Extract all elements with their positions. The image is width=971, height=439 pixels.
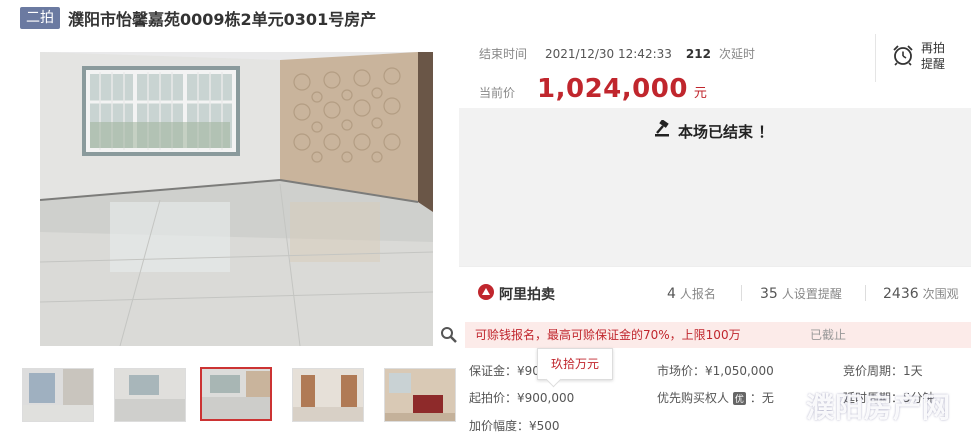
thumbnail-3[interactable] (200, 367, 272, 421)
signup-count: 4 (667, 286, 676, 302)
ali-auction-logo: 阿里拍卖 (477, 283, 555, 305)
auction-panel: 结束时间 2021/12/30 12:42:33 212 次延时 当前价 1,0… (459, 34, 971, 439)
end-time-row: 结束时间 2021/12/30 12:42:33 212 次延时 (479, 45, 755, 62)
ended-text: 本场已结束 ！ (678, 122, 774, 141)
price-label: 当前价 (479, 86, 516, 100)
end-time-value: 2021/12/30 12:42:33 (545, 47, 672, 61)
logo-text: 阿里拍卖 (499, 287, 555, 303)
alarm-clock-icon (891, 43, 915, 70)
ended-status: 本场已结束 ！ (654, 119, 774, 142)
reminder-stat: 35 人设置提醒 (760, 285, 842, 302)
thumbnail-strip (22, 367, 462, 426)
auction-ended-box: 本场已结束 ！ (459, 108, 971, 266)
end-time-label: 结束时间 (479, 47, 528, 61)
view-label: 次围观 (922, 287, 959, 301)
market-price: 市场价：¥1,050,000 (657, 364, 774, 378)
ali-auction-logo-icon (477, 283, 495, 305)
round-badge: 二拍 (20, 7, 60, 29)
priority-buyer-label: 优先购买权人 (657, 391, 730, 405)
title-bar: 二拍 濮阳市怡馨嘉苑0009栋2单元0301号房产 (20, 6, 376, 30)
watermark: 濮阳房产网 (806, 391, 952, 424)
stat-divider (741, 285, 742, 301)
signup-label: 人报名 (679, 287, 716, 301)
gavel-icon (654, 119, 672, 142)
remind-label: 再拍提醒 (921, 41, 946, 71)
view-count: 2436 (883, 286, 919, 302)
re-auction-remind-button[interactable]: 再拍提醒 (891, 40, 947, 72)
current-price: 1,024,000 (537, 74, 688, 104)
main-photo[interactable] (40, 52, 433, 346)
price-unit: 元 (693, 86, 707, 101)
delay-label: 次延时 (718, 47, 755, 61)
thumbnail-2[interactable] (114, 368, 186, 422)
price-row: 当前价 1,024,000 元 (479, 74, 707, 104)
start-price: 起拍价：¥900,000 (469, 391, 575, 405)
auction-info: 结束时间 2021/12/30 12:42:33 212 次延时 当前价 1,0… (459, 34, 971, 108)
reminder-label: 人设置提醒 (781, 287, 842, 301)
thumbnail-4[interactable] (292, 368, 364, 422)
thumbnail-1[interactable] (22, 368, 94, 422)
delay-count: 212 (685, 47, 711, 61)
bidding-cycle: 竞价周期：1天 (843, 364, 923, 378)
stats-bar: 阿里拍卖 4 人报名 35 人设置提醒 2436 次围观 (459, 266, 971, 316)
priority-buyer-tag: 优 (732, 392, 746, 405)
priority-buyer-value: ：无 (749, 391, 774, 405)
page-title: 濮阳市怡馨嘉苑0009栋2单元0301号房产 (68, 10, 377, 29)
thumbnail-5[interactable] (384, 368, 456, 422)
stat-divider (865, 285, 866, 301)
deposit: 保证金：¥90 (469, 364, 540, 378)
bid-increment: 加价幅度：¥500 (469, 419, 560, 433)
deposit-amount-tooltip: 玖拾万元 (537, 348, 613, 380)
notice-text: 可赊钱报名，最高可赊保证金的70%，上限100万 (475, 328, 741, 342)
search-icon[interactable] (440, 326, 460, 346)
divider (875, 34, 876, 82)
notice-status: 已截止 (810, 328, 847, 342)
view-stat: 2436 次围观 (883, 285, 959, 302)
signup-stat: 4 人报名 (667, 285, 716, 302)
priority-buyer: 优先购买权人 优：无 (657, 389, 774, 406)
reminder-count: 35 (760, 286, 778, 302)
credit-deposit-notice[interactable]: 可赊钱报名，最高可赊保证金的70%，上限100万 已截止 (465, 322, 971, 348)
